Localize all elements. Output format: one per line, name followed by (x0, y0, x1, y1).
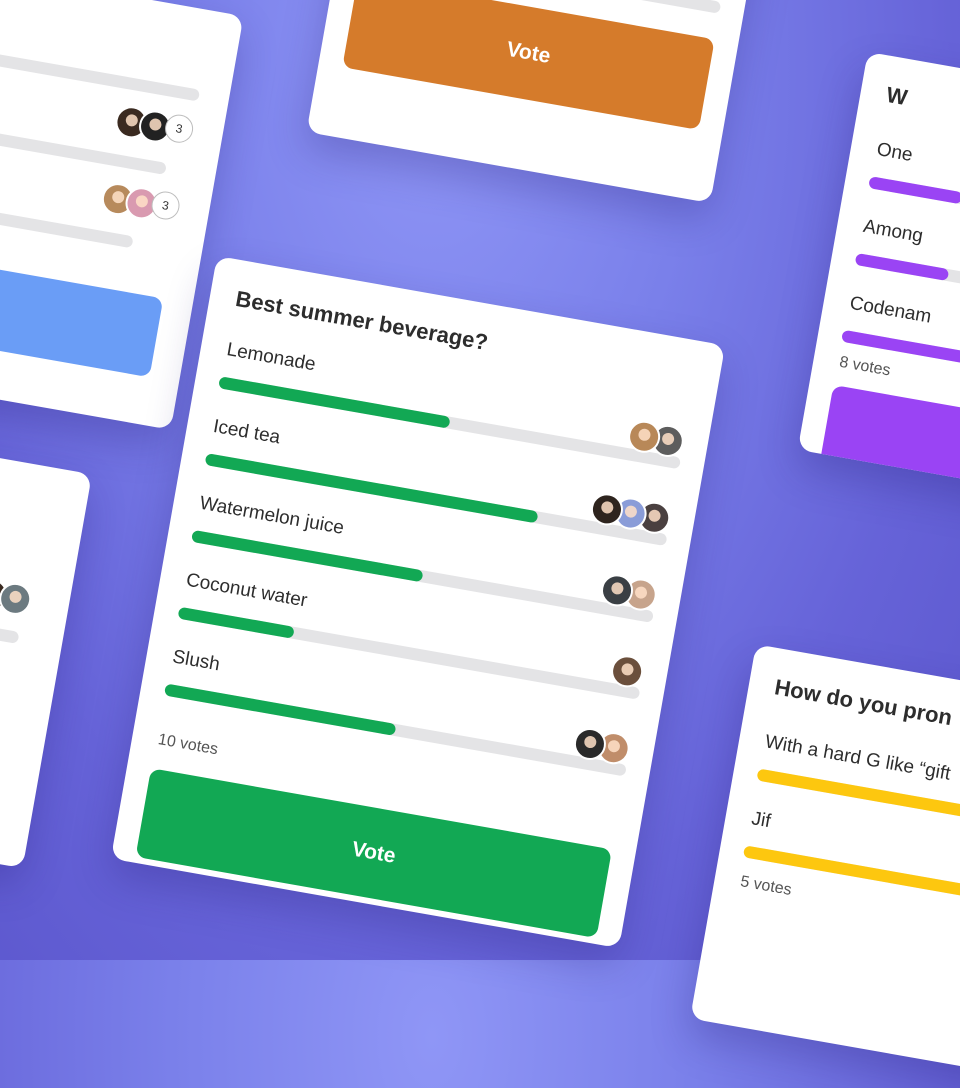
voters (0, 576, 34, 618)
poll-card-bottom-right: How do you pron With a hard G like “gift… (690, 644, 960, 1088)
option-label: One (875, 139, 915, 166)
option-label: Iced tea (211, 415, 282, 449)
option-label: Among (861, 215, 925, 248)
option-label: Lemonade (225, 339, 318, 376)
voters: 3 (112, 103, 196, 149)
vote-button[interactable] (819, 384, 960, 513)
more-voters-badge: 4 (700, 0, 733, 2)
poll-title: Best summer beverage? (233, 285, 490, 355)
total-votes: 10 votes (156, 731, 220, 759)
poll-card-main: Best summer beverage? Lemonade Iced tea (110, 255, 726, 949)
poll-track (0, 28, 201, 102)
option-label: Slush (170, 646, 222, 676)
option-label: Jif (749, 808, 773, 833)
result-fill (868, 176, 960, 205)
poll-card-left-bottom (0, 411, 92, 869)
vote-button[interactable]: Vote (342, 0, 715, 130)
poll-card-top: 4 Vote (306, 0, 768, 204)
poll-title: How do you pron (772, 674, 955, 731)
result-fill (854, 252, 949, 282)
poll-option[interactable]: Jif (740, 808, 960, 932)
result-fill (163, 683, 397, 736)
vote-button[interactable]: Vote (135, 768, 612, 939)
voter-avatar (0, 580, 34, 618)
vote-button[interactable] (0, 237, 164, 378)
voters: 3 (99, 180, 182, 226)
poll-gallery: 3 3 4 Vote Best summer beverage? Lemonad… (0, 0, 960, 1088)
voters (608, 652, 646, 690)
result-fill (191, 529, 424, 583)
result-fill (218, 376, 451, 429)
option-label: Codenam (848, 292, 933, 328)
poll-card-right: W One Among Codenam 8 votes (797, 51, 960, 513)
option-label: Coconut water (184, 569, 309, 612)
poll-title: W (884, 81, 910, 111)
result-fill (177, 606, 295, 639)
